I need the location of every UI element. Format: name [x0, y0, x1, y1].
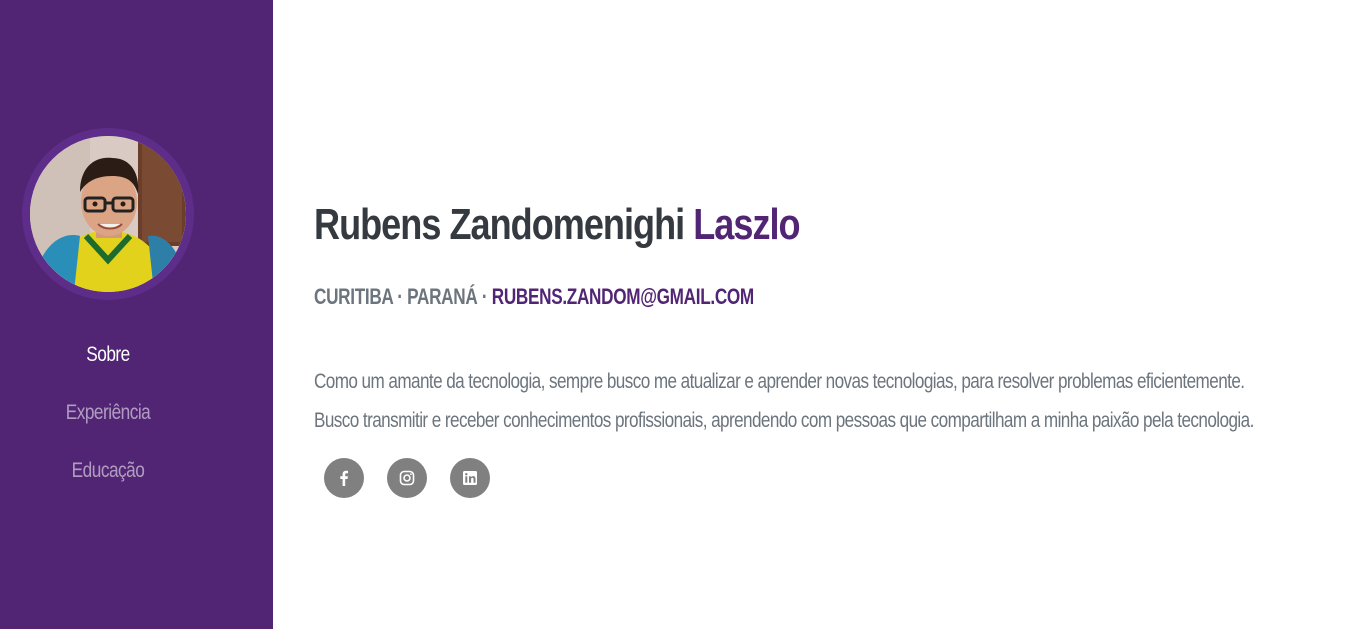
nav-item-educacao[interactable]: Educação [19, 442, 196, 500]
bio-line: Como um amante da tecnologia, sempre bus… [314, 370, 1245, 393]
instagram-button[interactable] [387, 458, 427, 498]
sidebar: Sobre Experiência Educação [0, 0, 273, 629]
facebook-button[interactable] [324, 458, 364, 498]
profile-photo [30, 136, 186, 292]
name-last: Laszlo [693, 200, 800, 249]
profile-photo-image [30, 136, 186, 292]
contact-line: Curitiba · Paraná · rubens.zandom@gmail.… [314, 284, 754, 310]
linkedin-icon [463, 471, 477, 485]
nav-item-sobre[interactable]: Sobre [19, 326, 196, 384]
location-text: Curitiba · Paraná · [314, 284, 488, 309]
sidebar-nav: Sobre Experiência Educação [0, 326, 216, 500]
bio-paragraph: Como um amante da tecnologia, sempre bus… [314, 362, 1341, 440]
facebook-icon [340, 470, 348, 486]
page: Sobre Experiência Educação Rubens Zandom… [0, 0, 1366, 629]
name-first: Rubens Zandomenighi [314, 200, 685, 249]
nav-item-experiencia[interactable]: Experiência [19, 384, 196, 442]
linkedin-button[interactable] [450, 458, 490, 498]
instagram-icon [399, 470, 415, 486]
bio-line: Busco transmitir e receber conhecimentos… [314, 409, 1254, 432]
profile-photo-frame [22, 128, 194, 300]
social-links [324, 458, 490, 498]
profile-name: Rubens Zandomenighi Laszlo [314, 200, 801, 250]
email-link[interactable]: rubens.zandom@gmail.com [492, 284, 754, 309]
